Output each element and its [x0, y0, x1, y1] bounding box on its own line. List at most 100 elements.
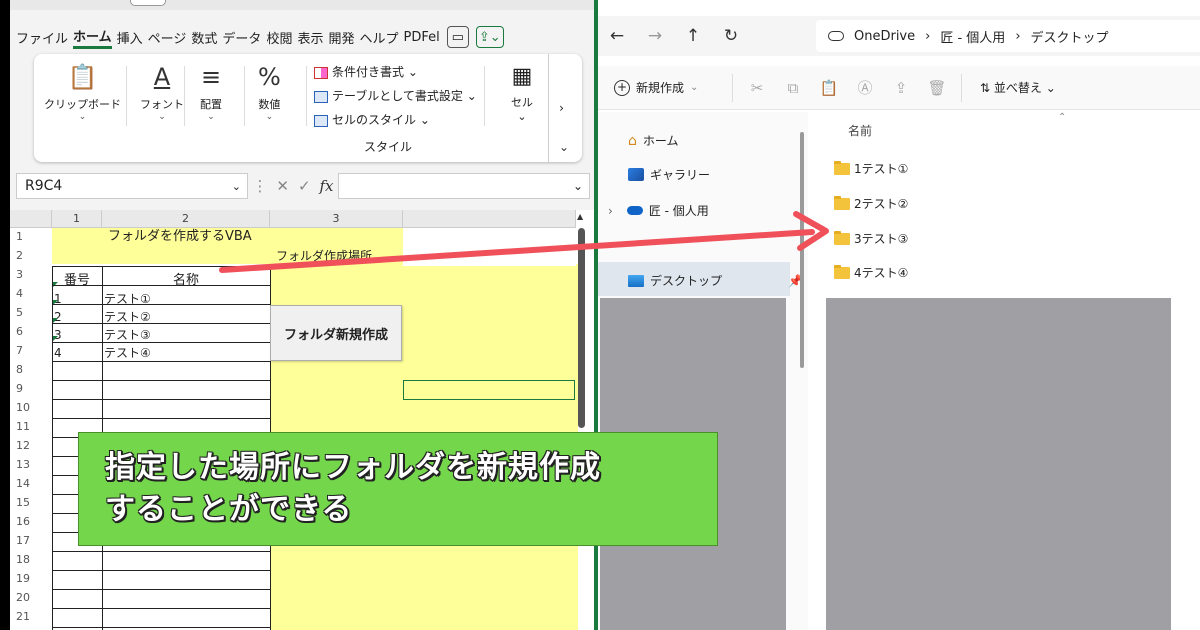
- clipboard-label: クリップボード: [44, 98, 121, 111]
- row-header[interactable]: 13: [10, 456, 52, 474]
- folder-item[interactable]: 1テスト①: [834, 160, 908, 177]
- scrollbar-thumb[interactable]: [578, 228, 585, 428]
- column-header[interactable]: [403, 210, 576, 228]
- paste-icon[interactable]: 📋: [811, 79, 847, 97]
- delete-icon[interactable]: 🗑: [919, 79, 955, 97]
- sort-button[interactable]: ⇅ 並べ替え ⌄: [980, 79, 1056, 96]
- titlebar-control[interactable]: [130, 0, 166, 6]
- tab-page[interactable]: ページ: [148, 28, 187, 47]
- row-header[interactable]: 10: [10, 399, 52, 417]
- chevron-down-icon: ⌄: [517, 110, 527, 123]
- nav-item-onedrive[interactable]: › 匠 - 個人用: [608, 202, 709, 219]
- row-header[interactable]: 11: [10, 418, 52, 436]
- column-header[interactable]: 1: [52, 210, 102, 228]
- row-header[interactable]: 7: [10, 342, 52, 360]
- tab-help[interactable]: ヘルプ: [359, 28, 398, 47]
- clipboard-group[interactable]: 📋 クリップボード ⌄: [44, 60, 121, 122]
- folder-item[interactable]: 3テスト③: [834, 230, 908, 247]
- confirm-icon[interactable]: ✓: [298, 177, 311, 195]
- column-name-header[interactable]: 名前: [848, 122, 872, 139]
- folder-name: 3テスト③: [854, 232, 909, 246]
- row-header[interactable]: 16: [10, 513, 52, 531]
- forward-icon[interactable]: →: [636, 26, 674, 46]
- share-icon[interactable]: ⇪: [883, 79, 919, 97]
- row-header[interactable]: 19: [10, 570, 52, 588]
- column-header[interactable]: 2: [102, 210, 270, 228]
- header-no: 番号: [63, 273, 90, 288]
- home-icon: ⌂: [628, 132, 637, 149]
- back-icon[interactable]: ←: [598, 26, 636, 46]
- nav-item-desktop[interactable]: デスクトップ 📌: [628, 272, 803, 289]
- table-border: [52, 304, 270, 305]
- comment-icon[interactable]: ▭: [446, 26, 469, 48]
- tab-file[interactable]: ファイル: [16, 28, 68, 47]
- row-header[interactable]: 6: [10, 323, 52, 341]
- cond-format-button[interactable]: 条件付き書式 ⌄: [314, 60, 477, 84]
- table-format-button[interactable]: テーブルとして書式設定 ⌄: [314, 84, 477, 108]
- tab-review[interactable]: 校閲: [266, 28, 292, 47]
- folder-item[interactable]: 2テスト②: [834, 195, 908, 212]
- tab-data[interactable]: データ: [222, 28, 261, 47]
- share-icon[interactable]: ⇪⌄: [475, 26, 504, 48]
- number-group[interactable]: % 数値 ⌄: [258, 60, 281, 122]
- chevron-down-icon[interactable]: ⌄: [573, 179, 583, 193]
- tab-formulas[interactable]: 数式: [191, 28, 217, 47]
- nav-item-gallery[interactable]: ギャラリー: [628, 166, 710, 183]
- chevron-right-icon[interactable]: ›: [608, 204, 613, 218]
- up-icon[interactable]: ↑: [674, 26, 712, 46]
- create-folder-button[interactable]: フォルダ新規作成: [270, 305, 402, 361]
- row-header[interactable]: 1: [10, 228, 52, 246]
- nav-scrollbar[interactable]: [800, 132, 804, 368]
- chevron-down-icon[interactable]: ⌄: [232, 180, 241, 193]
- tab-developer[interactable]: 開発: [328, 28, 354, 47]
- address-bar[interactable]: OneDrive › 匠 - 個人用 › デスクトップ: [816, 20, 1200, 52]
- function-icon[interactable]: fx: [319, 177, 333, 195]
- more-icon[interactable]: ⋮: [252, 177, 267, 195]
- cell-style-button[interactable]: セルのスタイル ⌄: [314, 108, 477, 132]
- breadcrumb-item[interactable]: OneDrive: [854, 29, 915, 44]
- row-header[interactable]: 20: [10, 589, 52, 607]
- clipboard-icon: 📋: [67, 63, 98, 91]
- cut-icon[interactable]: ✂: [739, 79, 775, 97]
- vertical-scrollbar[interactable]: ▲: [576, 210, 588, 630]
- row-header[interactable]: 4: [10, 285, 52, 303]
- row-header[interactable]: 3: [10, 266, 52, 284]
- align-icon: ≡: [200, 63, 222, 91]
- tab-home[interactable]: ホーム: [73, 26, 112, 49]
- table-format-label: テーブルとして書式設定: [332, 89, 463, 103]
- align-group[interactable]: ≡ 配置 ⌄: [200, 60, 222, 122]
- folder-item[interactable]: 4テスト④: [834, 264, 908, 281]
- row-header[interactable]: 15: [10, 494, 52, 512]
- excel-titlebar: [10, 0, 594, 10]
- formula-bar[interactable]: ⌄: [338, 173, 590, 199]
- breadcrumb-item[interactable]: 匠 - 個人用: [940, 27, 1005, 46]
- row-header[interactable]: 12: [10, 437, 52, 455]
- row-header[interactable]: 18: [10, 551, 52, 569]
- row-header[interactable]: 14: [10, 475, 52, 493]
- name-box[interactable]: R9C4 ⌄: [16, 173, 248, 199]
- select-all[interactable]: [10, 210, 52, 228]
- new-button[interactable]: + 新規作成 ⌄: [598, 79, 726, 96]
- tab-pdfel[interactable]: PDFel: [404, 30, 440, 45]
- worksheet[interactable]: 1 2 3 1 2 3 4 5 6 7 8 9 10 11 12 13 14 15 16 17 18 19 20 21 …: [10, 210, 594, 630]
- ribbon-collapse-icon[interactable]: ⌄: [559, 140, 569, 154]
- refresh-icon[interactable]: ↻: [712, 26, 750, 46]
- row-header[interactable]: 9: [10, 380, 52, 398]
- column-header[interactable]: 3: [270, 210, 403, 228]
- nav-item-home[interactable]: ⌂ ホーム: [628, 132, 679, 149]
- row-header[interactable]: 5: [10, 304, 52, 322]
- row-header[interactable]: 17: [10, 532, 52, 550]
- scroll-up-icon[interactable]: ▲: [577, 212, 583, 221]
- row-header[interactable]: 2: [10, 247, 52, 265]
- copy-icon[interactable]: ⧉: [775, 79, 811, 97]
- tab-view[interactable]: 表示: [297, 28, 323, 47]
- row-header[interactable]: 21: [10, 608, 52, 626]
- row-header[interactable]: 8: [10, 361, 52, 379]
- breadcrumb-item[interactable]: デスクトップ: [1031, 27, 1109, 46]
- location-input-cell[interactable]: [403, 246, 576, 266]
- font-group[interactable]: A フォント ⌄: [140, 60, 184, 122]
- rename-icon[interactable]: Ⓐ: [847, 77, 883, 98]
- cancel-icon[interactable]: ✕: [276, 177, 289, 195]
- tab-insert[interactable]: 挿入: [117, 28, 143, 47]
- cells-group[interactable]: ▦ セル ⌄: [496, 60, 548, 123]
